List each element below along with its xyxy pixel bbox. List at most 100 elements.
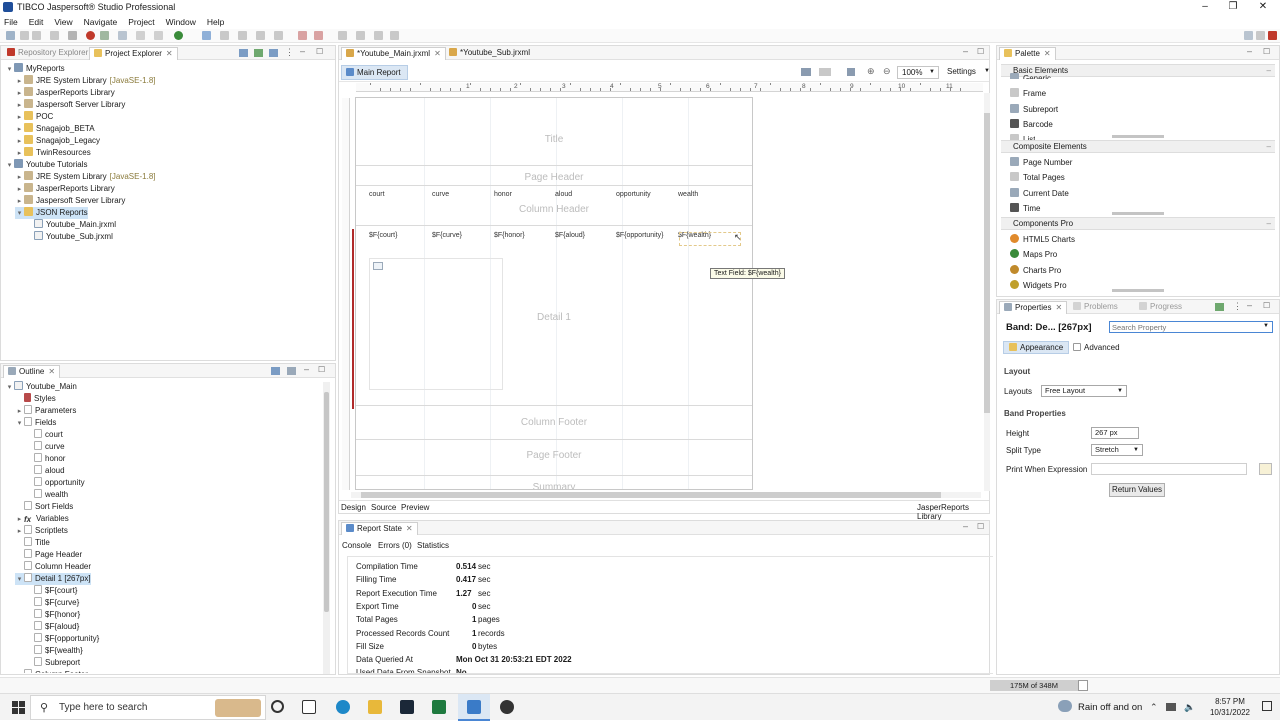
main-report-tab[interactable]: Main Report — [341, 65, 408, 80]
collapse-icon[interactable]: – — [1267, 218, 1271, 230]
expression-editor-icon[interactable] — [1259, 463, 1272, 475]
perspective-icon[interactable] — [1256, 31, 1265, 40]
text-field[interactable]: $F{honor} — [494, 232, 525, 239]
tree-item[interactable]: ▸ Jaspersoft Server Library — [15, 99, 125, 111]
height-input[interactable]: 267 px — [1091, 427, 1139, 439]
tree-item[interactable]: ▸ JRE System Library [JavaSE-1.8] — [15, 75, 156, 87]
section-scrollbar[interactable] — [1112, 289, 1164, 292]
tab-statistics[interactable]: Statistics — [417, 541, 449, 550]
settings-button[interactable]: Settings — [947, 67, 976, 76]
tree-item[interactable]: $F{wealth} — [25, 645, 83, 657]
maximize-icon[interactable]: ☐ — [1263, 301, 1270, 310]
close-icon[interactable]: ✕ — [406, 524, 413, 533]
forward-icon[interactable] — [314, 31, 323, 40]
tree-item[interactable]: ▸ Scriptlets — [15, 525, 68, 537]
tray-up-icon[interactable]: ⌃ — [1150, 702, 1158, 713]
weather-text[interactable]: Rain off and on — [1078, 702, 1142, 713]
palette-item[interactable]: Maps Pro — [1010, 248, 1057, 262]
garbage-collect-icon[interactable] — [1078, 680, 1088, 691]
tree-item[interactable]: ▾ MyReports — [5, 63, 65, 75]
tree-item[interactable]: ▸ fx Variables — [15, 513, 69, 525]
close-icon[interactable]: ✕ — [434, 49, 441, 58]
align-icon[interactable] — [819, 68, 831, 76]
tree-item[interactable]: ▸ JRE System Library [JavaSE-1.8] — [15, 171, 156, 183]
minimize-icon[interactable]: – — [300, 46, 305, 56]
tool-icon[interactable] — [338, 31, 347, 40]
network-icon[interactable] — [1166, 703, 1176, 711]
tool-icon[interactable] — [256, 31, 265, 40]
tree-item[interactable]: wealth — [25, 489, 68, 501]
tool-icon[interactable] — [118, 31, 127, 40]
tree-item[interactable]: ▸ JasperReports Library — [15, 183, 115, 195]
scrollbar-thumb[interactable] — [984, 113, 990, 413]
tree-item[interactable]: Youtube_Sub.jrxml — [25, 231, 113, 243]
palette-item[interactable]: Generic — [1010, 72, 1051, 79]
maximize-icon[interactable]: ☐ — [977, 47, 984, 56]
tree-item[interactable]: ▾ Youtube_Main — [5, 381, 77, 393]
tab-design[interactable]: Design — [341, 503, 366, 512]
close-icon[interactable]: ✕ — [1055, 303, 1062, 312]
tab-advanced[interactable]: Advanced — [1073, 343, 1120, 352]
page-header-band[interactable]: Page Header — [356, 166, 752, 186]
save-all-icon[interactable] — [32, 31, 41, 40]
tab-problems[interactable]: Problems — [1069, 301, 1122, 314]
tool-icon[interactable] — [356, 31, 365, 40]
search-property-input[interactable] — [1109, 321, 1273, 333]
subreport-element[interactable] — [369, 258, 503, 390]
edge-icon[interactable] — [336, 700, 350, 714]
tool-icon[interactable] — [274, 31, 283, 40]
chevron-down-icon[interactable]: ▼ — [1263, 323, 1269, 329]
zoom-in-icon[interactable]: ⊕ — [867, 66, 875, 77]
tree-item[interactable]: ▸ POC — [15, 111, 53, 123]
column-header-court[interactable]: court — [369, 191, 385, 198]
scrollbar-thumb[interactable] — [361, 492, 941, 498]
tree-item[interactable]: Sort Fields — [15, 501, 73, 513]
tree-item[interactable]: Column Header — [15, 561, 91, 573]
tree-item[interactable]: opportunity — [25, 477, 85, 489]
taskbar-search-box[interactable]: ⚲ Type here to search — [30, 695, 266, 720]
close-icon[interactable]: ✕ — [166, 49, 173, 58]
excel-icon[interactable] — [432, 700, 446, 714]
tree-item[interactable]: ▾ Fields — [15, 417, 56, 429]
tool-icon[interactable] — [220, 31, 229, 40]
tree-item[interactable]: ▸ Snagajob_BETA — [15, 123, 95, 135]
menu-view[interactable]: View — [54, 17, 72, 27]
save-icon[interactable] — [20, 31, 29, 40]
run-report-icon[interactable] — [174, 31, 183, 40]
split-type-select[interactable]: Stretch ▼ — [1091, 444, 1143, 456]
restore-icon[interactable]: ❐ — [1218, 0, 1248, 14]
palette-item[interactable]: Subreport — [1010, 103, 1058, 117]
menu-navigate[interactable]: Navigate — [84, 17, 118, 27]
tab-palette[interactable]: Palette ✕ — [999, 47, 1056, 60]
palette-section-1[interactable]: Composite Elements – — [1001, 140, 1275, 153]
zoom-out-icon[interactable]: ⊖ — [883, 66, 891, 77]
menu-window[interactable]: Window — [166, 17, 196, 27]
column-footer-band[interactable]: Column Footer — [356, 406, 752, 440]
column-header-honor[interactable]: honor — [494, 191, 512, 198]
link-editor-icon[interactable] — [254, 49, 263, 57]
tree-item[interactable]: Youtube_Main.jrxml — [25, 219, 116, 231]
filter-icon[interactable] — [269, 49, 278, 57]
tab-youtube-main[interactable]: *Youtube_Main.jrxml ✕ — [341, 47, 446, 60]
text-field[interactable]: $F{court} — [369, 232, 397, 239]
section-scrollbar[interactable] — [1112, 212, 1164, 215]
run-icon[interactable] — [100, 31, 109, 40]
tab-preview[interactable]: Preview — [401, 503, 429, 512]
editor-hscrollbar[interactable] — [351, 492, 981, 498]
tree-item[interactable]: court — [25, 429, 63, 441]
chevron-down-icon[interactable]: ▼ — [984, 68, 990, 74]
outline-scrollbar[interactable] — [323, 382, 330, 674]
collapse-icon[interactable]: – — [1267, 65, 1271, 77]
maximize-icon[interactable]: ☐ — [316, 47, 323, 56]
tree-item[interactable]: Styles — [15, 393, 56, 405]
tree-item[interactable]: Title — [15, 537, 50, 549]
view-menu-icon[interactable]: ⋮ — [285, 47, 294, 58]
notification-icon[interactable] — [1262, 701, 1272, 711]
minimize-icon[interactable]: – — [963, 46, 968, 56]
tab-appearance[interactable]: Appearance — [1003, 341, 1069, 354]
expand-arrow-icon[interactable]: ▾ — [5, 382, 14, 394]
perspective-icon[interactable] — [1244, 31, 1253, 40]
maximize-icon[interactable]: ☐ — [977, 522, 984, 531]
tree-item[interactable]: ▸ Jaspersoft Server Library — [15, 195, 125, 207]
weather-icon[interactable] — [1058, 700, 1072, 712]
